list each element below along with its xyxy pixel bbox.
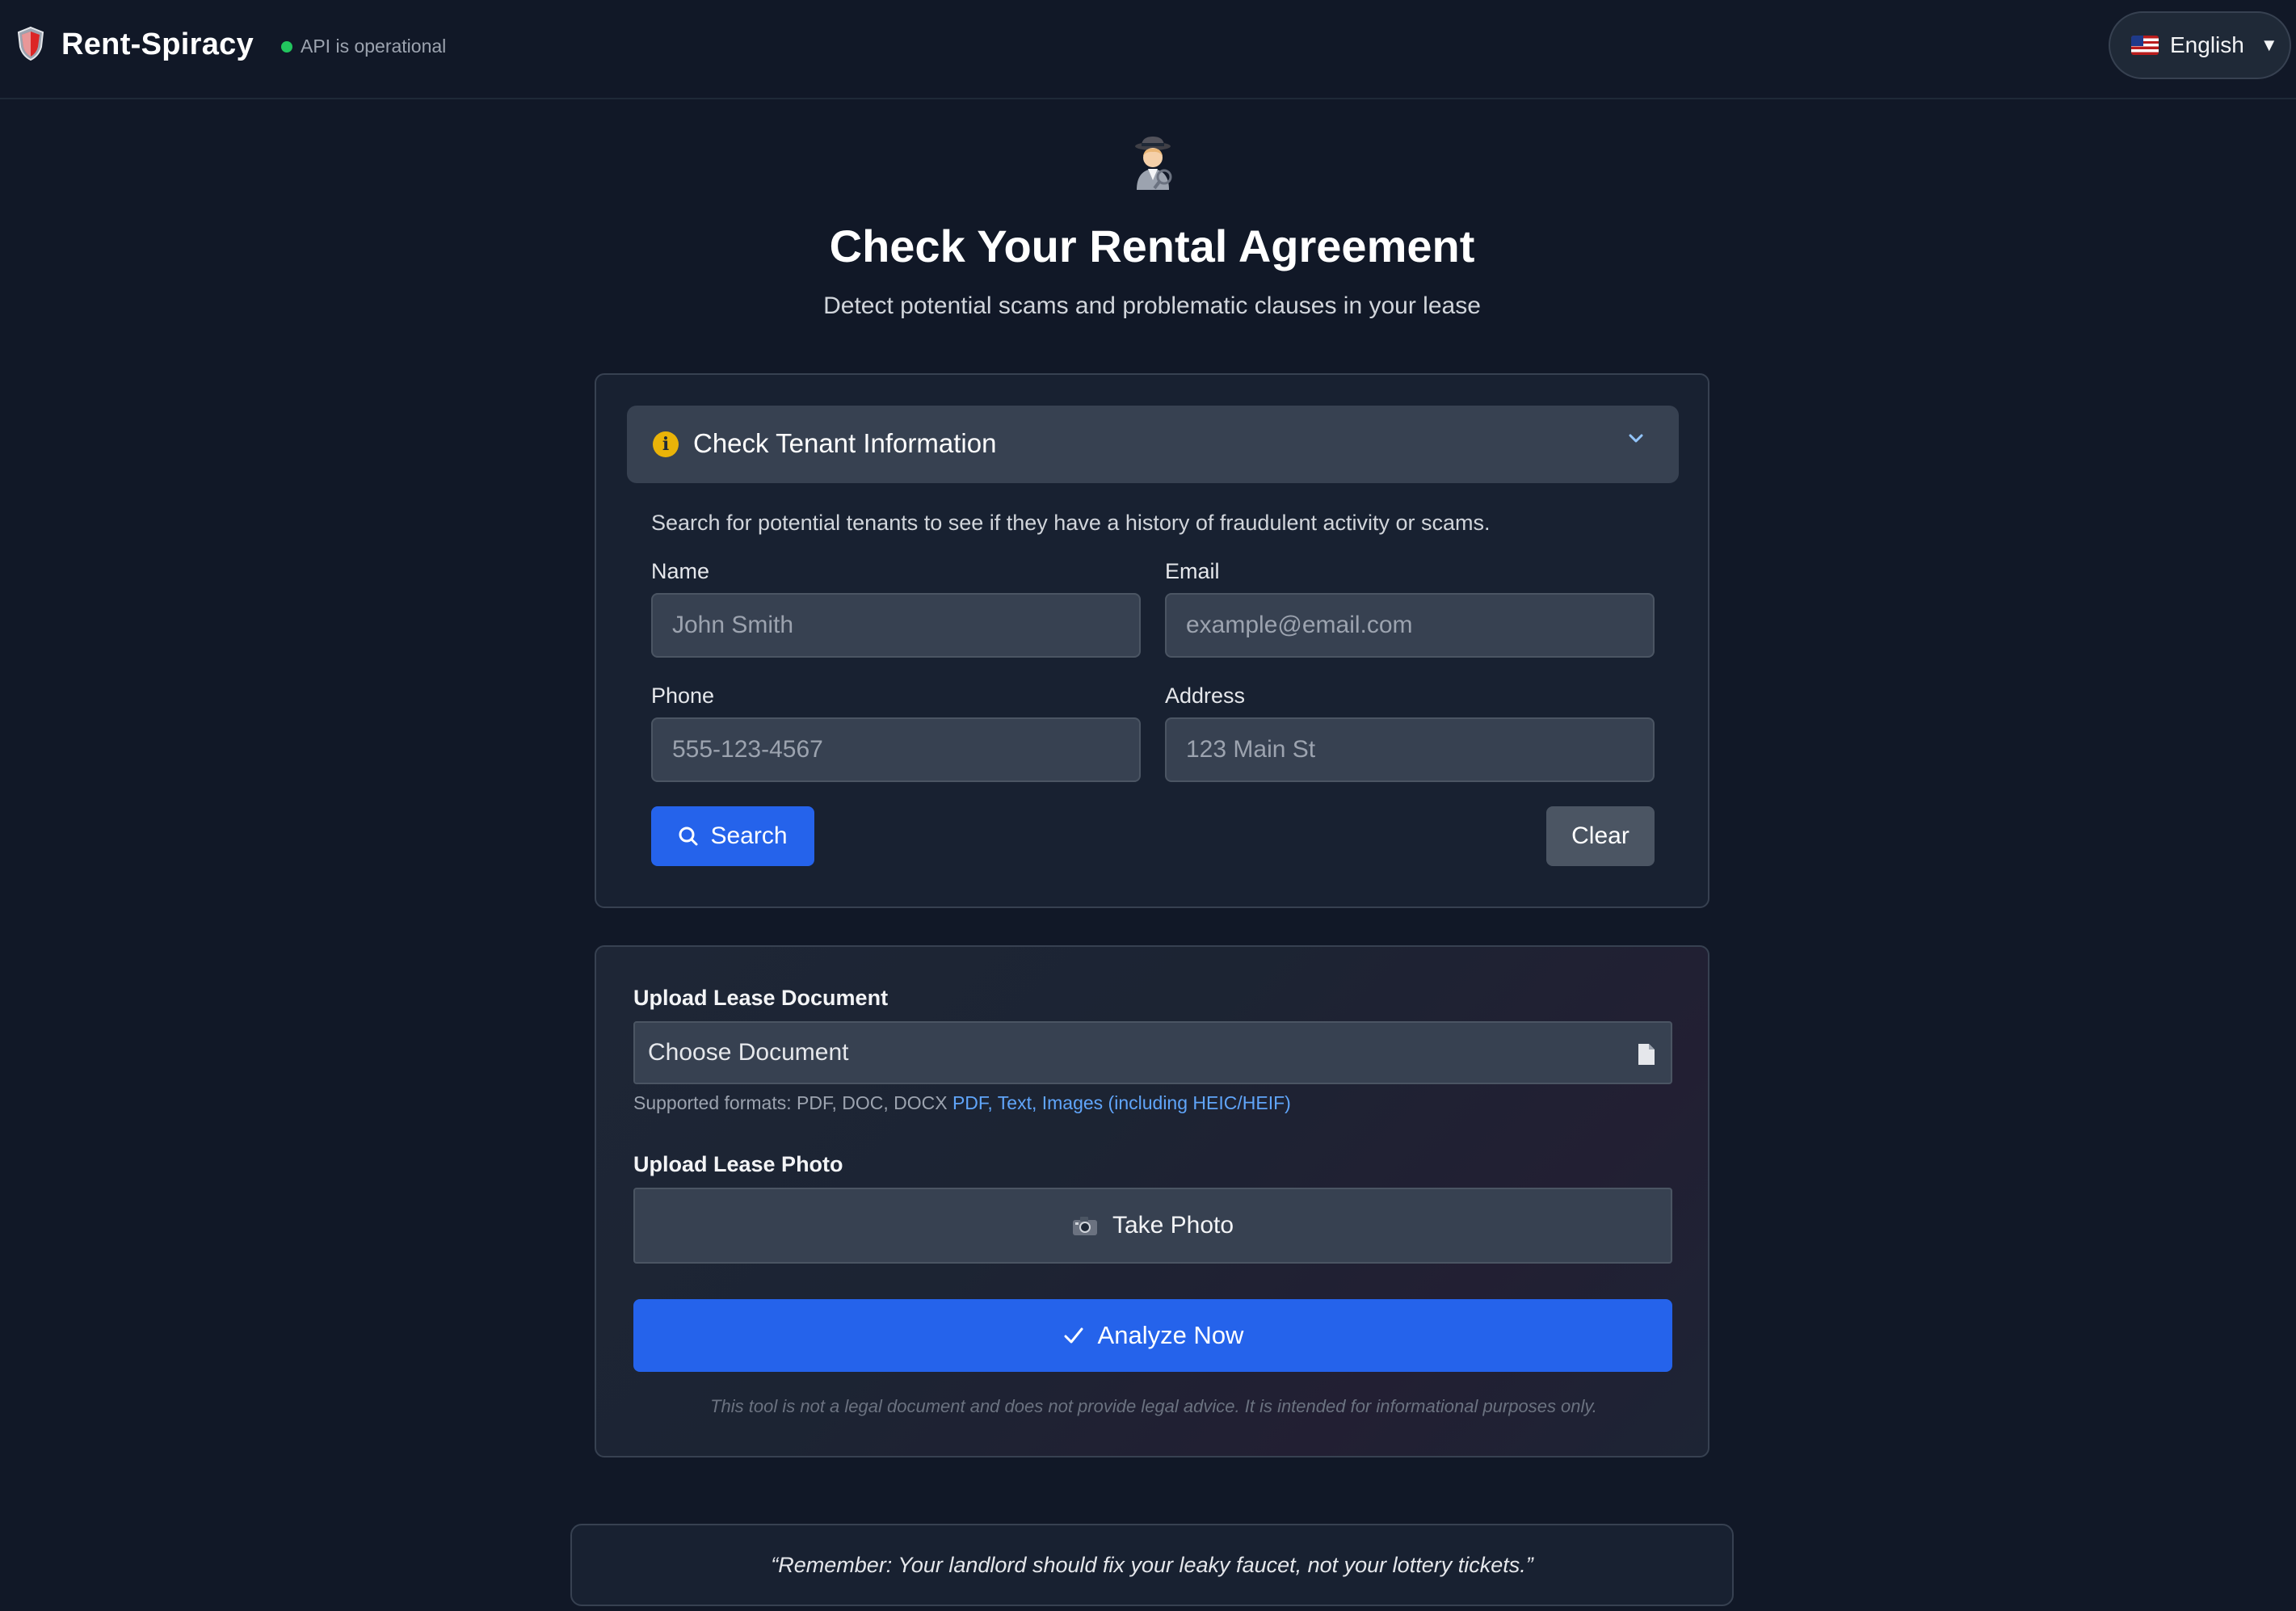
legal-disclaimer: This tool is not a legal document and do…	[710, 1396, 1597, 1416]
search-button-label: Search	[710, 822, 788, 849]
brand-name[interactable]: Rent-Spiracy	[61, 27, 254, 62]
tenant-check-card: i Check Tenant Information Search for po…	[595, 373, 1709, 908]
search-button[interactable]: Search	[651, 806, 814, 866]
document-file-input[interactable]: Choose Document	[633, 1021, 1672, 1084]
address-input[interactable]: 123 Main St	[1165, 717, 1655, 782]
address-label: Address	[1165, 684, 1246, 708]
camera-icon	[1072, 1217, 1097, 1235]
api-status: API is operational	[281, 36, 446, 57]
checkmark-icon	[1064, 1327, 1083, 1344]
tenant-check-accordion-header[interactable]: i Check Tenant Information	[627, 406, 1679, 483]
upload-document-label: Upload Lease Document	[633, 986, 889, 1010]
name-label: Name	[651, 559, 710, 583]
tenant-check-description: Search for potential tenants to see if t…	[651, 511, 1491, 535]
search-icon	[679, 827, 698, 846]
formats-text: Supported formats: PDF, DOC, DOCX	[633, 1092, 948, 1113]
page-subtitle: Detect potential scams and problematic c…	[823, 292, 1481, 319]
info-icon: i	[653, 431, 679, 457]
upload-card: Upload Lease Document Choose Document Su…	[595, 945, 1709, 1457]
analyze-now-button[interactable]: Analyze Now	[633, 1299, 1672, 1372]
supported-formats: Supported formats: PDF, DOC, DOCX PDF, T…	[633, 1092, 1291, 1114]
api-status-text: API is operational	[301, 36, 447, 57]
take-photo-button[interactable]: Take Photo	[633, 1188, 1672, 1264]
document-input-placeholder: Choose Document	[648, 1039, 849, 1066]
us-flag-icon	[2131, 36, 2159, 55]
caret-down-icon: ▼	[2260, 35, 2278, 55]
email-input[interactable]: example@email.com	[1165, 593, 1655, 658]
language-selector[interactable]: English ▼	[2109, 11, 2291, 79]
shield-icon	[17, 26, 44, 61]
phone-input[interactable]: 555-123-4567	[651, 717, 1141, 782]
document-icon	[1638, 1044, 1655, 1065]
email-label: Email	[1165, 559, 1220, 583]
chevron-down-icon[interactable]	[1625, 428, 1646, 449]
upload-photo-label: Upload Lease Photo	[633, 1152, 843, 1176]
page-title: Check Your Rental Agreement	[829, 221, 1475, 271]
phone-label: Phone	[651, 684, 715, 708]
analyze-now-label: Analyze Now	[1097, 1321, 1244, 1349]
accordion-title: Check Tenant Information	[693, 428, 997, 458]
detective-icon	[1135, 137, 1172, 190]
name-input[interactable]: John Smith	[651, 593, 1141, 658]
quote-text: “Remember: Your landlord should fix your…	[771, 1552, 1533, 1577]
clear-button[interactable]: Clear	[1546, 806, 1655, 866]
top-bar: Rent-Spiracy API is operational English …	[0, 0, 2296, 99]
quote-banner: “Remember: Your landlord should fix your…	[570, 1524, 1734, 1606]
language-label: English	[2170, 32, 2244, 57]
take-photo-label: Take Photo	[1112, 1212, 1234, 1239]
formats-link: PDF, Text, Images (including HEIC/HEIF)	[952, 1092, 1291, 1113]
status-dot-icon	[281, 40, 292, 53]
